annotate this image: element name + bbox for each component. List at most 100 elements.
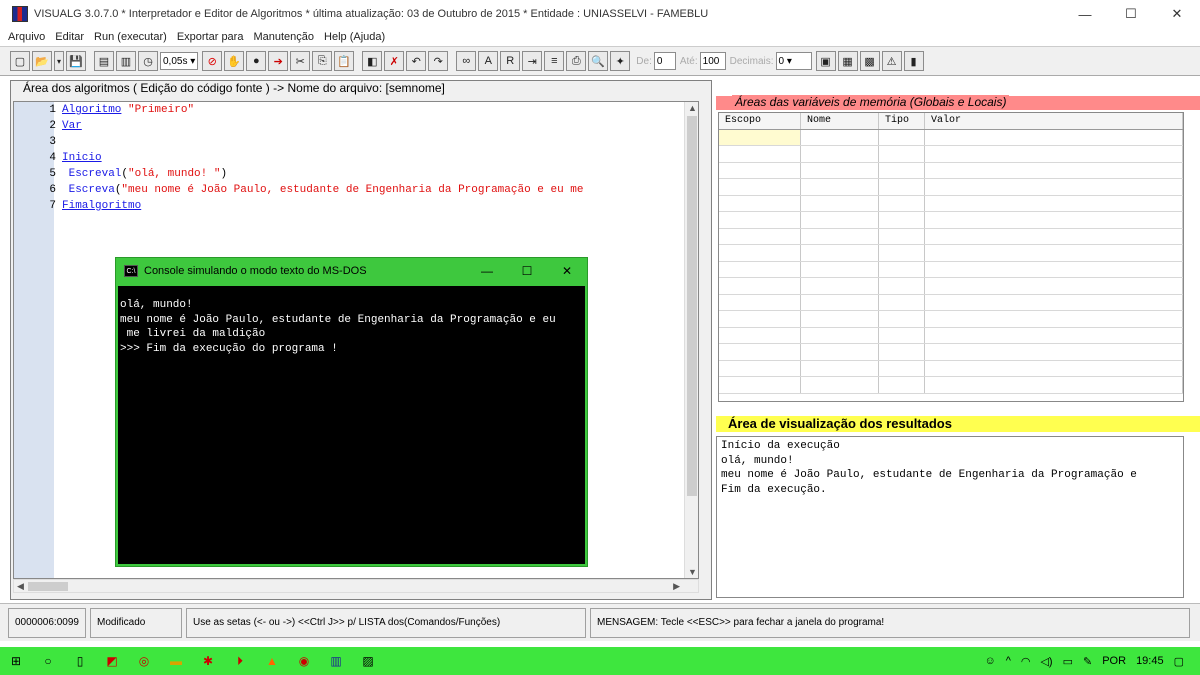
table-cell[interactable] (879, 261, 925, 277)
language-indicator[interactable]: POR (1102, 655, 1126, 667)
table-cell[interactable] (719, 162, 801, 178)
goto-icon[interactable]: ➔ (268, 51, 289, 71)
table-cell[interactable] (801, 311, 879, 327)
table-row[interactable] (719, 162, 1183, 179)
table-cell[interactable] (879, 212, 925, 228)
table-cell[interactable] (801, 179, 879, 195)
table-cell[interactable] (879, 195, 925, 211)
table-cell[interactable] (925, 245, 1183, 261)
table-cell[interactable] (719, 212, 801, 228)
redo-icon[interactable]: ↷ (428, 51, 449, 71)
magic-icon[interactable]: ✦ (610, 51, 631, 71)
table-cell[interactable] (801, 245, 879, 261)
editor-vertical-scrollbar[interactable]: ▲ ▼ (684, 102, 698, 578)
table-cell[interactable] (801, 162, 879, 178)
table-cell[interactable] (925, 146, 1183, 162)
table-row[interactable] (719, 360, 1183, 377)
network-icon[interactable]: ◠ (1021, 655, 1031, 668)
code-line[interactable]: 2 Var (24, 118, 584, 134)
table-cell[interactable] (925, 212, 1183, 228)
menu-run[interactable]: Run (executar) (94, 31, 167, 43)
col-escopo[interactable]: Escopo (719, 113, 801, 129)
format-icon[interactable]: ≡ (544, 51, 565, 71)
table-row[interactable] (719, 212, 1183, 229)
table-cell[interactable] (925, 162, 1183, 178)
menu-help[interactable]: Help (Ajuda) (324, 31, 385, 43)
table-cell[interactable] (925, 294, 1183, 310)
table-cell[interactable] (719, 146, 801, 162)
replace-icon[interactable]: R (500, 51, 521, 71)
table-cell[interactable] (719, 195, 801, 211)
task-view-icon[interactable]: ▯ (72, 653, 88, 669)
table-row[interactable] (719, 179, 1183, 196)
table-cell[interactable] (879, 162, 925, 178)
code-line[interactable]: 7 Fimalgoritmo (24, 198, 584, 214)
table-cell[interactable] (719, 179, 801, 195)
speed-select[interactable]: 0,05s ▾ (160, 52, 199, 70)
menu-arquivo[interactable]: Arquivo (8, 31, 45, 43)
code-line[interactable]: 5 Escreval("olá, mundo! ") (24, 166, 584, 182)
open-file-icon[interactable]: 📂 (32, 51, 52, 71)
table-cell[interactable] (879, 228, 925, 244)
table-row[interactable] (719, 327, 1183, 344)
table-cell[interactable] (925, 129, 1183, 145)
table-cell[interactable] (801, 278, 879, 294)
print-icon[interactable]: ⎙ (566, 51, 587, 71)
table-row[interactable] (719, 129, 1183, 146)
scroll-down-icon[interactable]: ▼ (688, 567, 697, 577)
table-cell[interactable] (719, 245, 801, 261)
table-row[interactable] (719, 245, 1183, 262)
find-icon[interactable]: A (478, 51, 499, 71)
run-icon[interactable]: ▤ (94, 51, 114, 71)
close-button[interactable]: ✕ (1154, 0, 1200, 28)
new-file-icon[interactable]: ▢ (10, 51, 30, 71)
variables-icon[interactable]: ◧ (362, 51, 383, 71)
variables-table[interactable]: Escopo Nome Tipo Valor (718, 112, 1184, 402)
search-icon[interactable]: ○ (40, 653, 56, 669)
paste-icon[interactable]: 📋 (334, 51, 355, 71)
timer-icon[interactable]: ◷ (138, 51, 158, 71)
table-cell[interactable] (879, 179, 925, 195)
table-cell[interactable] (801, 146, 879, 162)
table-cell[interactable] (925, 311, 1183, 327)
table-cell[interactable] (925, 228, 1183, 244)
table-cell[interactable] (719, 129, 801, 145)
table-row[interactable] (719, 311, 1183, 328)
menu-manutencao[interactable]: Manutenção (253, 31, 314, 43)
warning-icon[interactable]: ⚠ (881, 51, 902, 71)
table-cell[interactable] (801, 360, 879, 376)
table-cell[interactable] (801, 327, 879, 343)
table-cell[interactable] (801, 212, 879, 228)
table-cell[interactable] (879, 294, 925, 310)
table-cell[interactable] (879, 311, 925, 327)
table-row[interactable] (719, 344, 1183, 361)
code-line[interactable]: 1 Algoritmo "Primeiro" (24, 102, 584, 118)
save-icon[interactable]: 💾 (66, 51, 86, 71)
hand-icon[interactable]: ✋ (224, 51, 245, 71)
table-cell[interactable] (925, 278, 1183, 294)
breakpoint-icon[interactable]: ● (246, 51, 267, 71)
dos-icon[interactable]: ▣ (815, 51, 836, 71)
calendar-icon[interactable]: ▩ (859, 51, 880, 71)
app-icon[interactable]: ◩ (104, 653, 120, 669)
col-tipo[interactable]: Tipo (879, 113, 925, 129)
exit-icon[interactable]: ▮ (903, 51, 924, 71)
table-cell[interactable] (925, 327, 1183, 343)
table-cell[interactable] (719, 377, 801, 393)
image-viewer-icon[interactable]: ▨ (360, 653, 376, 669)
tray-chevron-icon[interactable]: ^ (1006, 655, 1011, 667)
table-cell[interactable] (879, 146, 925, 162)
notifications-icon[interactable]: ▢ (1174, 655, 1184, 668)
app-icon[interactable]: ✱ (200, 653, 216, 669)
table-cell[interactable] (719, 360, 801, 376)
copy-icon[interactable]: ⎘ (312, 51, 333, 71)
scroll-thumb[interactable] (687, 116, 697, 496)
editor-horizontal-scrollbar[interactable]: ◀ ▶ (13, 579, 699, 593)
source-code[interactable]: 1 Algoritmo "Primeiro" 2 Var 3 4 Inicio 5 Escre… (24, 102, 584, 214)
dropdown-icon[interactable]: ▾ (54, 51, 64, 71)
table-cell[interactable] (719, 261, 801, 277)
table-row[interactable] (719, 261, 1183, 278)
code-line[interactable]: 6 Escreva("meu nome é João Paulo, estuda… (24, 182, 583, 198)
table-cell[interactable] (879, 129, 925, 145)
clock[interactable]: 19:45 (1136, 655, 1164, 667)
